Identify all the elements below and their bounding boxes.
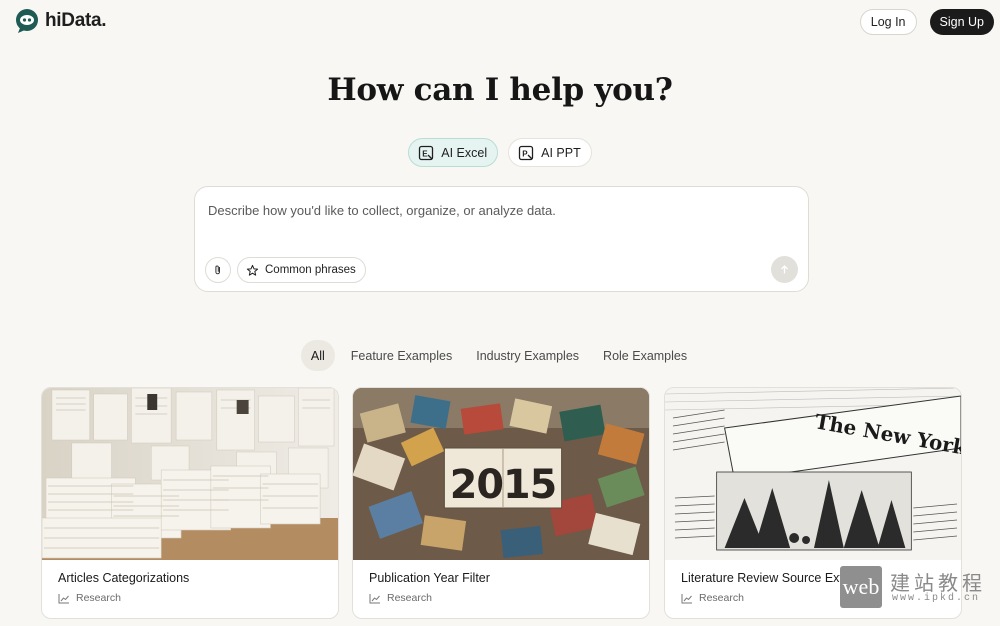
example-card[interactable]: Articles Categorizations Research — [41, 387, 339, 619]
mode-ai-excel[interactable]: E AI Excel — [408, 138, 499, 167]
svg-text:E: E — [423, 149, 429, 158]
chart-icon — [369, 593, 380, 603]
star-icon — [246, 264, 259, 276]
newspaper-image: The New York Times — [665, 388, 961, 560]
paperclip-icon — [215, 265, 220, 275]
example-tabs: All Feature Examples Industry Examples R… — [0, 340, 1000, 371]
tab-role-examples[interactable]: Role Examples — [591, 340, 699, 371]
login-button[interactable]: Log In — [859, 9, 917, 35]
mode-label: AI PPT — [541, 145, 581, 160]
prompt-input[interactable]: Describe how you'd like to collect, orga… — [208, 203, 556, 218]
svg-text:P: P — [522, 149, 528, 158]
auth-buttons: Log In Sign Up — [859, 9, 994, 35]
stacked-papers-image — [42, 388, 338, 560]
card-title: Publication Year Filter — [369, 571, 490, 585]
prompt-box[interactable]: Describe how you'd like to collect, orga… — [194, 186, 809, 292]
watermark: web 建站教程 www.ipkd.cn — [838, 566, 988, 610]
hidata-logo-icon — [16, 9, 38, 33]
card-category-label: Research — [76, 592, 121, 604]
mode-label: AI Excel — [441, 145, 488, 160]
mode-switcher: E AI Excel P AI PPT — [0, 138, 1000, 167]
mode-ai-ppt[interactable]: P AI PPT — [508, 138, 592, 167]
tab-all[interactable]: All — [300, 340, 335, 371]
card-category: Research — [681, 592, 744, 604]
card-category-label: Research — [699, 592, 744, 604]
books-2015-image: 2015 — [353, 388, 649, 560]
card-category-label: Research — [387, 592, 432, 604]
attach-button[interactable] — [205, 257, 231, 283]
tab-industry-examples[interactable]: Industry Examples — [464, 340, 591, 371]
watermark-text: 建站教程 — [890, 571, 986, 595]
card-title: Articles Categorizations — [58, 571, 190, 585]
watermark-url: www.ipkd.cn — [892, 593, 981, 604]
signup-button[interactable]: Sign Up — [929, 9, 994, 35]
brand-name: hiData. — [45, 10, 107, 31]
watermark-badge: web — [840, 566, 882, 608]
ppt-icon: P — [518, 145, 534, 160]
card-category: Research — [58, 592, 121, 604]
brand-logo[interactable]: hiData. — [14, 8, 107, 34]
chart-icon — [58, 593, 69, 603]
page-title: How can I help you? — [327, 72, 673, 108]
arrow-up-icon — [781, 265, 788, 274]
tab-feature-examples[interactable]: Feature Examples — [339, 340, 464, 371]
card-category: Research — [369, 592, 432, 604]
example-card[interactable]: 2015 Publication Year Filter Research — [352, 387, 650, 619]
common-phrases-label: Common phrases — [265, 264, 356, 276]
send-button[interactable] — [771, 256, 798, 283]
svg-text:2015: 2015 — [450, 462, 557, 508]
common-phrases-button[interactable]: Common phrases — [237, 257, 366, 283]
chart-icon — [681, 593, 692, 603]
excel-icon: E — [419, 145, 434, 160]
